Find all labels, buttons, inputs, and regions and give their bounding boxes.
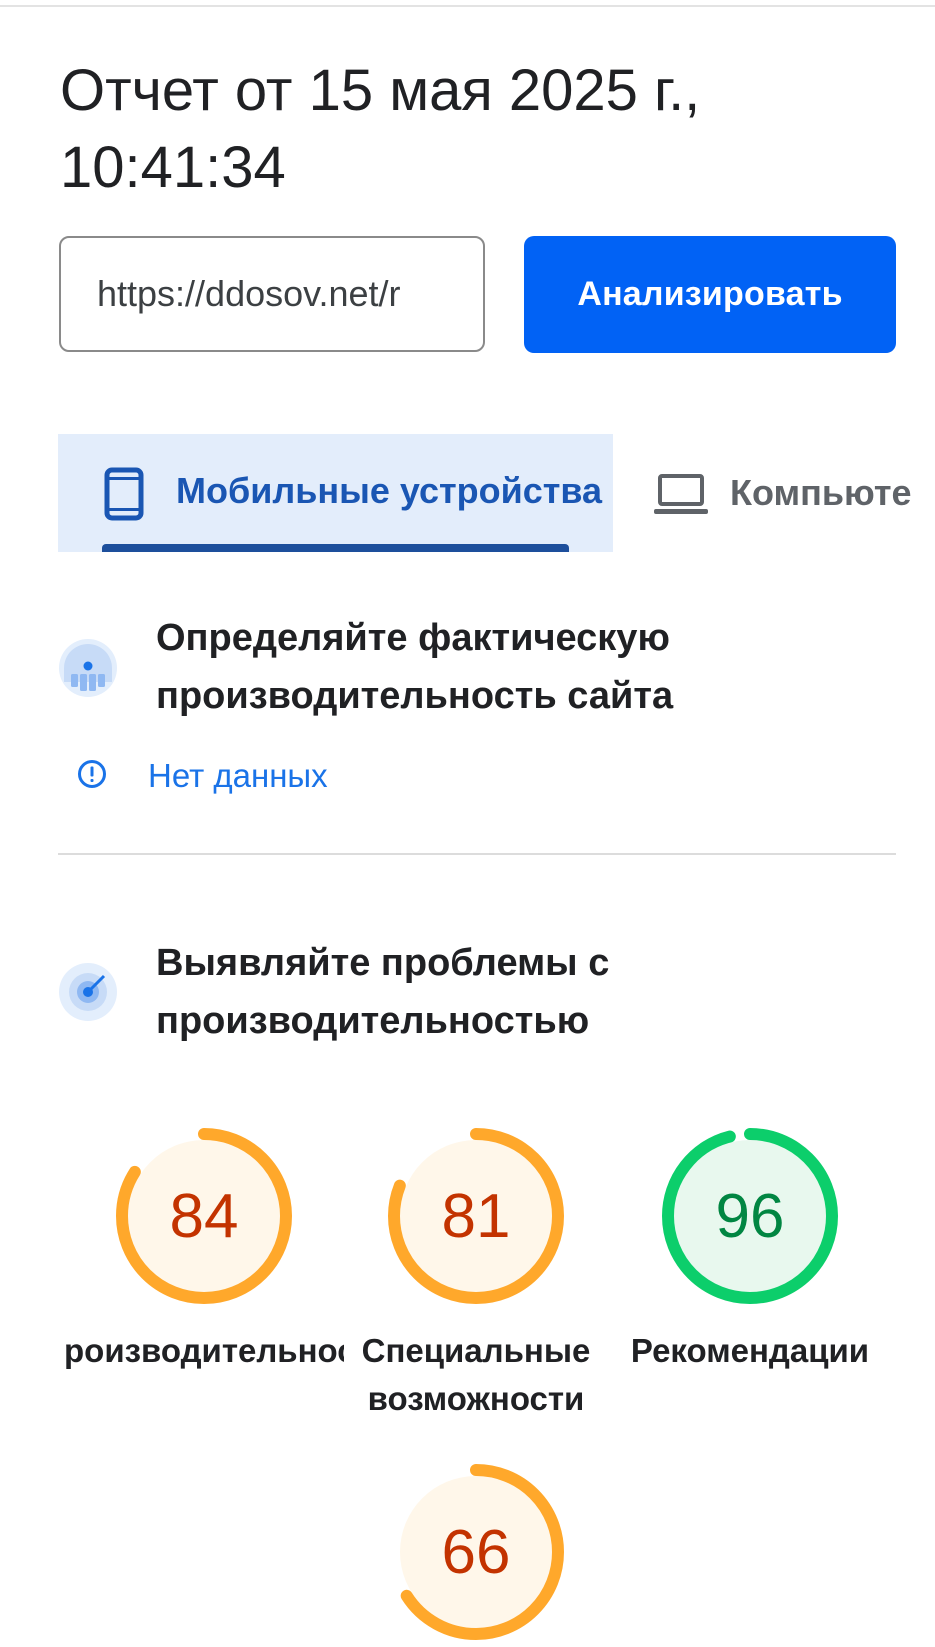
info-circle-icon (76, 758, 108, 795)
score-gauge-seo[interactable]: 66 (386, 1462, 566, 1642)
lab-heading: Выявляйте проблемы с производительностью (156, 942, 610, 1042)
score-value: 66 (441, 1517, 511, 1587)
field-data-heading: Определяйте фактическую производительнос… (156, 617, 674, 717)
url-input[interactable] (59, 236, 485, 352)
no-data-label: Нет данных (148, 757, 328, 794)
score-label-accessibility: Специальные возможности (361, 1332, 591, 1417)
top-divider (0, 5, 935, 7)
field-data-icon (58, 638, 118, 698)
score-label-performance: роизводительнос (64, 1332, 344, 1369)
laptop-icon (654, 472, 708, 521)
tab-desktop-label: Компьюте (730, 472, 912, 513)
score-gauge-best-practices[interactable]: 96 (660, 1126, 840, 1306)
score-value: 81 (441, 1181, 511, 1251)
tab-mobile[interactable]: Мобильные устройства (58, 434, 613, 552)
score-gauge-performance[interactable]: 84 (114, 1126, 294, 1306)
score-label-best-practices: Рекомендации (630, 1332, 870, 1369)
smartphone-icon (104, 467, 144, 526)
tab-desktop[interactable]: Компьюте (654, 434, 935, 552)
score-gauge-accessibility[interactable]: 81 (386, 1126, 566, 1306)
no-data-status: Нет данных (76, 757, 328, 795)
score-value: 96 (715, 1181, 785, 1251)
score-value: 84 (169, 1181, 239, 1251)
page-title: Отчет от 15 мая 2025 г., 10:41:34 (60, 58, 701, 200)
section-divider (58, 853, 896, 855)
lab-diagnostics-icon (58, 962, 118, 1022)
analyze-button[interactable]: Анализировать (524, 236, 896, 353)
tab-mobile-label: Мобильные устройства (176, 470, 603, 511)
device-tabs: Мобильные устройства Компьюте (58, 434, 935, 552)
tab-selected-indicator (102, 544, 569, 552)
